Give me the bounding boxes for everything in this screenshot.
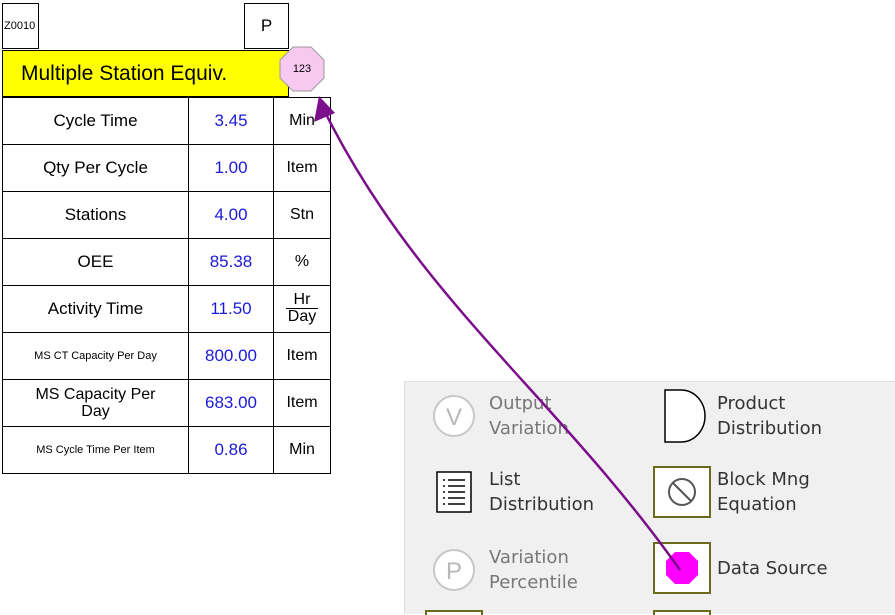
connector-arrow[interactable] [0, 0, 895, 614]
badge-octagon[interactable]: 123 [279, 46, 325, 92]
badge-label: 123 [292, 63, 312, 75]
